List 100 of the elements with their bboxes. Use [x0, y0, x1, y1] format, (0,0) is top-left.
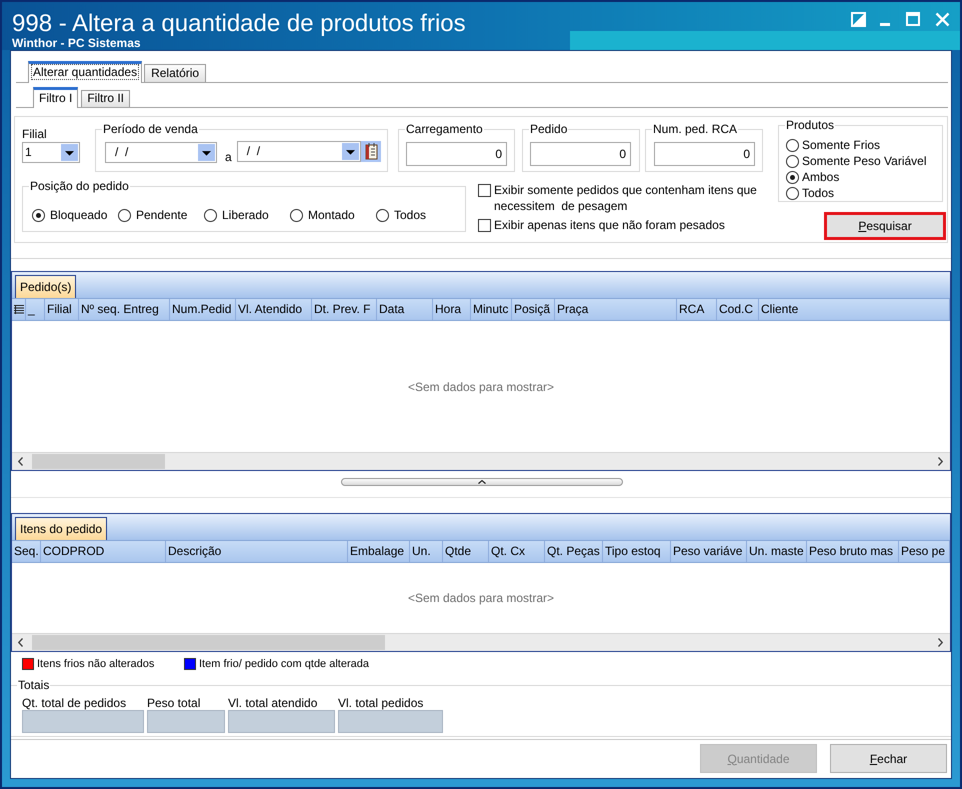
column-header[interactable]: Qt. Peças — [545, 541, 603, 562]
range-separator: a — [225, 150, 232, 164]
column-header[interactable]: Minutc — [471, 299, 512, 320]
number-field[interactable]: 0 — [530, 142, 631, 166]
filial-dropdown[interactable]: 1 — [22, 142, 80, 163]
chevron-up-icon — [478, 480, 486, 484]
list-icon[interactable] — [14, 305, 24, 314]
radio-button[interactable] — [786, 154, 799, 168]
column-header[interactable]: Data — [377, 299, 433, 320]
chevron-left-icon[interactable] — [18, 638, 23, 647]
grid-tab[interactable]: Pedido(s) — [15, 275, 76, 298]
radio-label: Liberado — [222, 207, 269, 224]
tab[interactable]: Relatório — [144, 64, 206, 82]
search-button[interactable]: Pesquisar — [824, 212, 946, 240]
empty-message: <Sem dados para mostrar> — [408, 590, 554, 607]
group-title: Num. ped. RCA — [652, 122, 738, 136]
checkbox-label: Exibir apenas itens que não foram pesados — [494, 217, 726, 233]
column-header[interactable]: RCA — [677, 299, 717, 320]
scrollbar-thumb[interactable] — [32, 454, 165, 469]
action-button[interactable]: Fechar — [830, 744, 947, 773]
column-header[interactable]: Descrição — [166, 541, 348, 562]
half-filled-square-icon[interactable] — [851, 12, 866, 27]
checkbox[interactable] — [478, 184, 491, 197]
tab[interactable]: Filtro II — [81, 90, 130, 107]
field-label: Qt. total de pedidos — [22, 696, 128, 710]
group-title: Produtos — [785, 118, 836, 132]
column-header[interactable]: Peso bruto mas — [807, 541, 899, 562]
column-header[interactable]: Cod.C — [717, 299, 759, 320]
column-header[interactable]: Embalage — [348, 541, 410, 562]
radio-label: Todos — [802, 185, 834, 202]
column-header[interactable]: Praça — [555, 299, 677, 320]
date-dropdown[interactable]: / / — [105, 142, 217, 163]
window-subtitle: Winthor - PC Sistemas — [12, 37, 142, 50]
checkbox-label: Exibir somente pedidos que contenham itens que necessitem de pesagem — [494, 182, 758, 214]
column-header[interactable]: Num.Pedid — [170, 299, 236, 320]
radio-button[interactable] — [786, 138, 799, 152]
close-icon[interactable] — [935, 12, 950, 27]
column-header[interactable]: Qt. Cx — [489, 541, 545, 562]
column-header[interactable]: Tipo estoq — [603, 541, 671, 562]
radio-button[interactable] — [290, 208, 303, 222]
column-header[interactable]: Un. — [410, 541, 443, 562]
group-title: Posição do pedido — [29, 179, 130, 193]
column-header[interactable]: Filial — [45, 299, 79, 320]
radio-label: Todos — [394, 207, 426, 224]
scrollbar-thumb[interactable] — [32, 635, 385, 650]
tab[interactable]: Filtro I — [33, 87, 78, 108]
tab[interactable]: Alterar quantidades — [28, 61, 142, 83]
horizontal-scrollbar[interactable] — [12, 452, 950, 470]
calendar-icon[interactable] — [360, 141, 381, 162]
maximize-icon[interactable] — [906, 12, 920, 26]
field-label: Vl. total pedidos — [338, 696, 424, 710]
radio-label: Bloqueado — [50, 207, 108, 224]
empty-message: <Sem dados para mostrar> — [408, 378, 554, 396]
radio-label: Pendente — [136, 207, 188, 224]
grid-tab[interactable]: Itens do pedido — [15, 517, 108, 540]
legend-label: Itens frios não alterados — [37, 657, 154, 671]
radio-button[interactable] — [118, 208, 131, 222]
horizontal-scrollbar[interactable] — [12, 633, 950, 651]
number-field[interactable]: 0 — [654, 142, 755, 166]
column-header[interactable]: Qtde — [443, 541, 489, 562]
field-label: Peso total — [147, 696, 202, 710]
radio-button[interactable] — [786, 170, 799, 184]
column-header[interactable]: _ — [26, 299, 45, 320]
radio-label: Somente Frios — [802, 137, 880, 154]
column-header[interactable]: Nº seq. Entreg — [79, 299, 170, 320]
column-header[interactable]: Vl. Atendido — [236, 299, 312, 320]
caret-down-icon[interactable] — [342, 143, 359, 160]
chevron-right-icon[interactable] — [938, 638, 943, 647]
group-title: Carregamento — [405, 122, 484, 136]
column-header[interactable]: CODPROD — [41, 541, 166, 562]
radio-label: Montado — [308, 207, 355, 224]
radio-button[interactable] — [204, 208, 217, 222]
group-title: Pedido — [529, 122, 568, 136]
group-title: Totais — [17, 678, 50, 692]
column-header[interactable]: Hora — [433, 299, 471, 320]
window-title: 998 - Altera a quantidade de produtos frios — [12, 11, 466, 37]
column-header[interactable]: Posiçã — [512, 299, 555, 320]
radio-button[interactable] — [376, 208, 389, 222]
field-label: Filial — [22, 127, 48, 142]
column-header[interactable]: Peso variáve — [671, 541, 747, 562]
caret-down-icon[interactable] — [198, 144, 215, 161]
column-header[interactable]: Dt. Prev. F — [312, 299, 377, 320]
column-header[interactable]: Cliente — [759, 299, 950, 320]
chevron-right-icon[interactable] — [938, 457, 943, 466]
radio-label: Somente Peso Variável — [802, 153, 927, 170]
radio-button[interactable] — [32, 208, 45, 222]
chevron-left-icon[interactable] — [18, 457, 23, 466]
radio-label: Ambos — [802, 169, 840, 186]
field-label: Vl. total atendido — [228, 696, 318, 710]
group-title: Período de venda — [102, 122, 199, 136]
column-header[interactable]: Peso pe — [899, 541, 950, 562]
radio-button[interactable] — [786, 186, 799, 200]
date-dropdown[interactable]: / / — [236, 141, 361, 162]
caret-down-icon[interactable] — [61, 144, 78, 161]
legend-label: Item frio/ pedido com qtde alterada — [199, 657, 369, 671]
column-header[interactable]: Un. maste — [747, 541, 807, 562]
checkbox[interactable] — [478, 219, 491, 232]
splitter-handle[interactable] — [341, 478, 623, 486]
column-header[interactable]: Seq. — [12, 541, 41, 562]
number-field[interactable]: 0 — [406, 142, 507, 166]
